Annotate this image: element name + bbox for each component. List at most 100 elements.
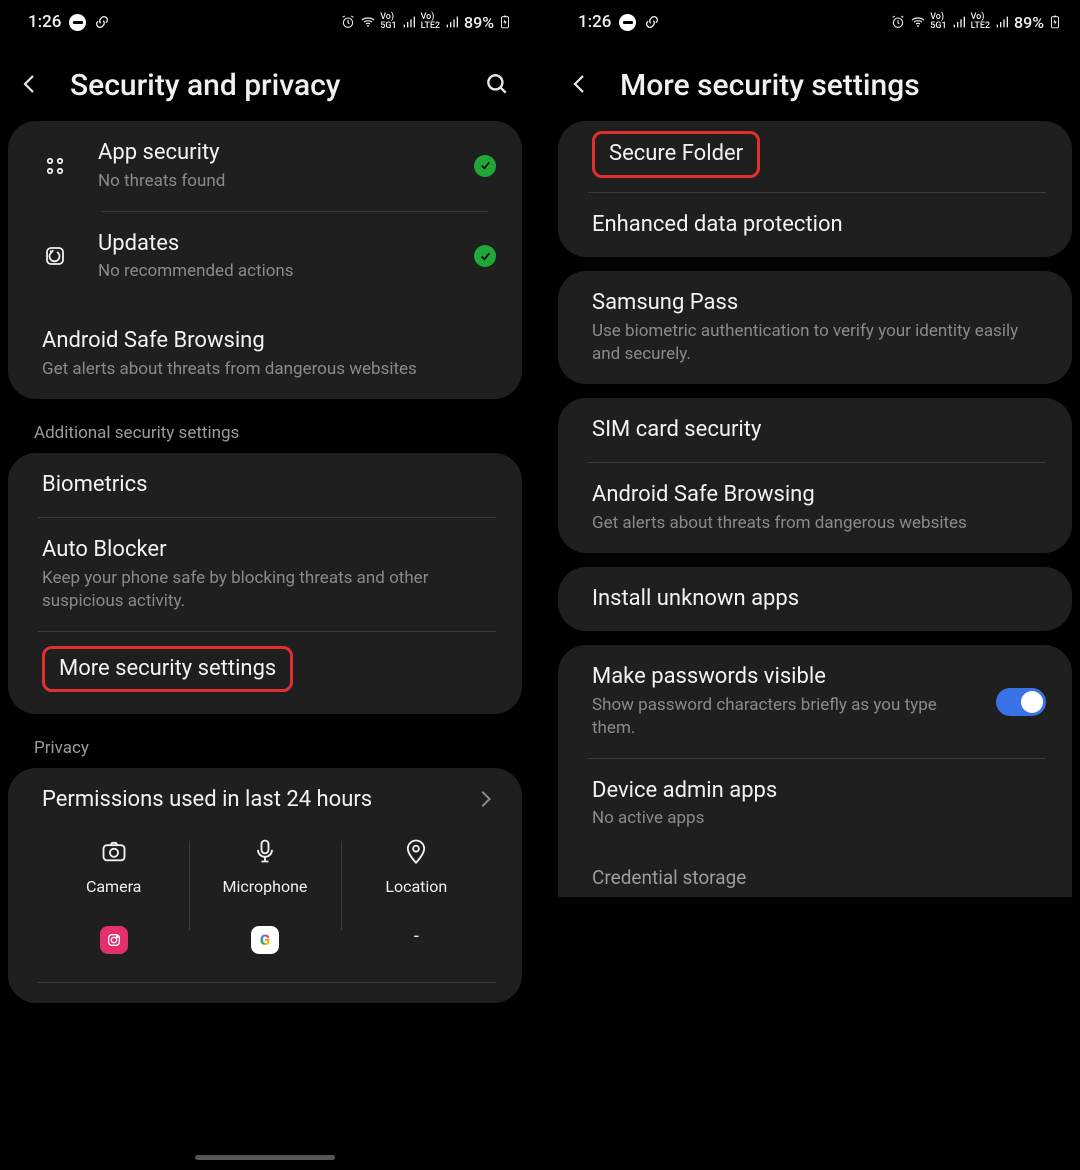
signal2-icon [994, 14, 1010, 30]
perm-camera-label: Camera [86, 877, 141, 896]
auto-blocker-row[interactable]: Auto Blocker Keep your phone safe by blo… [8, 518, 522, 630]
app-security-row[interactable]: App security No threats found [8, 121, 522, 211]
section-privacy: Privacy [0, 728, 530, 768]
passwords-visible-toggle[interactable] [996, 688, 1046, 716]
samsung-pass-sub: Use biometric authentication to verify y… [592, 320, 1046, 366]
section-additional: Additional security settings [0, 413, 530, 453]
biometrics-title: Biometrics [42, 471, 496, 500]
secure-folder-row[interactable]: Secure Folder [558, 121, 1072, 192]
divider [38, 982, 496, 983]
perm-location-apps: - [414, 926, 419, 947]
app-security-title: App security [98, 139, 474, 168]
passwords-visible-sub: Show password characters briefly as you … [592, 694, 982, 740]
check-icon [474, 245, 496, 267]
credential-storage-row[interactable]: Credential storage [558, 848, 1072, 897]
dnd-icon [69, 14, 86, 31]
microphone-icon [251, 837, 279, 869]
sim-browsing-card: SIM card security Android Safe Browsing … [558, 398, 1072, 553]
permissions-grid: Camera Microphone G Location - [8, 833, 522, 970]
link-icon [644, 14, 660, 30]
device-admin-title: Device admin apps [592, 777, 1046, 806]
search-icon[interactable] [484, 71, 510, 101]
credential-storage-title: Credential storage [592, 866, 746, 891]
alarm-icon [890, 14, 906, 30]
perm-location[interactable]: Location - [341, 837, 492, 954]
sim-security-row[interactable]: SIM card security [558, 398, 1072, 463]
enhanced-data-row[interactable]: Enhanced data protection [558, 193, 1072, 258]
back-icon[interactable] [568, 72, 592, 100]
camera-icon [100, 837, 128, 869]
status-time: 1:26 [28, 12, 61, 32]
passwords-visible-title: Make passwords visible [592, 663, 982, 692]
secure-folder-title: Secure Folder [609, 141, 743, 166]
passwords-card: Make passwords visible Show password cha… [558, 645, 1072, 897]
enhanced-title: Enhanced data protection [592, 211, 843, 240]
header-right: More security settings [550, 44, 1080, 121]
highlight-box: Secure Folder [592, 131, 760, 178]
alarm-icon [340, 14, 356, 30]
signal1-icon [401, 14, 417, 30]
biometrics-row[interactable]: Biometrics [8, 453, 522, 518]
page-title: Security and privacy [70, 68, 456, 103]
perm-microphone-label: Microphone [223, 877, 308, 896]
battery-icon [1048, 15, 1062, 29]
battery-pct: 89% [1014, 13, 1044, 32]
check-icon [474, 155, 496, 177]
phone-left: 1:26 Vo)5G1 Vo)LTE2 89% Security and pri… [0, 0, 530, 1170]
samsung-pass-title: Samsung Pass [592, 289, 1046, 318]
safe-browsing-title: Android Safe Browsing [42, 327, 496, 356]
passwords-visible-row[interactable]: Make passwords visible Show password cha… [558, 645, 1072, 757]
updates-icon [42, 244, 68, 268]
safe-browsing-row[interactable]: Android Safe Browsing Get alerts about t… [8, 301, 522, 399]
app-security-sub: No threats found [98, 170, 474, 193]
signal1-icon [951, 14, 967, 30]
status-time: 1:26 [578, 12, 611, 32]
wifi-icon [360, 14, 376, 30]
network-5g1-icon: Vo)5G1 [930, 13, 946, 31]
permissions-card: Permissions used in last 24 hours Camera… [8, 768, 522, 1003]
perm-microphone[interactable]: Microphone G [189, 837, 340, 954]
sim-title: SIM card security [592, 416, 761, 445]
safe-browsing-sub: Get alerts about threats from dangerous … [42, 358, 496, 381]
nav-bar[interactable] [195, 1155, 335, 1160]
apps-icon [42, 154, 68, 178]
updates-row[interactable]: Updates No recommended actions [8, 212, 522, 302]
safe-browsing-title: Android Safe Browsing [592, 481, 1046, 510]
auto-blocker-sub: Keep your phone safe by blocking threats… [42, 567, 496, 613]
samsung-pass-card: Samsung Pass Use biometric authenticatio… [558, 271, 1072, 383]
battery-pct: 89% [464, 13, 494, 32]
updates-title: Updates [98, 230, 474, 259]
status-bar: 1:26 Vo)5G1 Vo)LTE2 89% [0, 0, 530, 44]
perm-camera[interactable]: Camera [38, 837, 189, 954]
network-lte2-icon: Vo)LTE2 [421, 13, 440, 31]
battery-icon [498, 15, 512, 29]
secure-folder-card: Secure Folder Enhanced data protection [558, 121, 1072, 257]
permissions-header-row[interactable]: Permissions used in last 24 hours [8, 768, 522, 833]
install-unknown-title: Install unknown apps [592, 585, 799, 614]
safe-browsing-sub: Get alerts about threats from dangerous … [592, 512, 1046, 535]
more-security-settings-row[interactable]: More security settings [8, 632, 522, 715]
status-bar: 1:26 Vo)5G1 Vo)LTE2 89% [550, 0, 1080, 44]
updates-sub: No recommended actions [98, 260, 474, 283]
wifi-icon [910, 14, 926, 30]
install-unknown-card: Install unknown apps [558, 567, 1072, 632]
perm-location-label: Location [385, 877, 447, 896]
phone-right: 1:26 Vo)5G1 Vo)LTE2 89% More security se… [550, 0, 1080, 1170]
signal2-icon [444, 14, 460, 30]
link-icon [94, 14, 110, 30]
device-admin-row[interactable]: Device admin apps No active apps [558, 759, 1072, 849]
safe-browsing-row-right[interactable]: Android Safe Browsing Get alerts about t… [558, 463, 1072, 553]
header-left: Security and privacy [0, 44, 530, 121]
location-icon [402, 837, 430, 869]
additional-security-card: Biometrics Auto Blocker Keep your phone … [8, 453, 522, 715]
instagram-app-icon [100, 926, 128, 954]
security-status-card: App security No threats found Updates No… [8, 121, 522, 399]
device-admin-sub: No active apps [592, 807, 1046, 830]
dnd-icon [619, 14, 636, 31]
back-icon[interactable] [18, 72, 42, 100]
samsung-pass-row[interactable]: Samsung Pass Use biometric authenticatio… [558, 271, 1072, 383]
network-5g1-icon: Vo)5G1 [380, 13, 396, 31]
network-lte2-icon: Vo)LTE2 [971, 13, 990, 31]
page-title: More security settings [620, 68, 1060, 103]
install-unknown-row[interactable]: Install unknown apps [558, 567, 1072, 632]
